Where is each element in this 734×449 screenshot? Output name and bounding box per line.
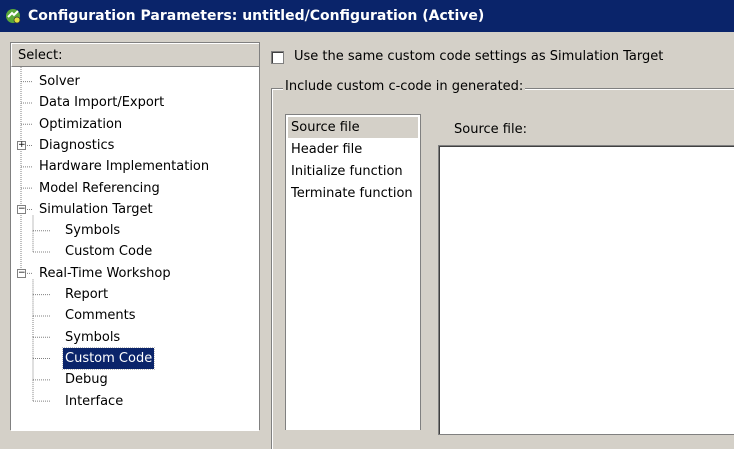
file-type-item[interactable]: Source file xyxy=(288,117,418,138)
tree-item[interactable]: Report xyxy=(63,284,110,305)
simulink-config-icon xyxy=(4,7,22,25)
tree-item[interactable]: Real-Time Workshop xyxy=(37,263,173,284)
window-title: Configuration Parameters: untitled/Confi… xyxy=(28,8,485,24)
file-type-list[interactable]: Source file Header file Initialize functio… xyxy=(285,114,421,430)
tree-item[interactable]: Comments xyxy=(63,305,137,326)
same-settings-label[interactable]: Use the same custom code settings as Sim… xyxy=(294,49,663,64)
tree-item[interactable]: Interface xyxy=(63,391,125,412)
select-header: Select: xyxy=(11,43,259,67)
expand-icon[interactable]: + xyxy=(17,141,26,151)
file-type-item[interactable]: Header file xyxy=(288,139,365,160)
source-file-editor[interactable] xyxy=(438,145,734,435)
tree-item[interactable]: Solver xyxy=(37,71,82,92)
select-panel: Select: Solver Data Import/Export Optimiza… xyxy=(10,42,260,431)
file-type-item[interactable]: Initialize function xyxy=(288,161,406,182)
tree-item[interactable]: Diagnostics xyxy=(37,135,116,156)
tree-item[interactable]: Data Import/Export xyxy=(37,92,166,113)
tree-item[interactable]: Custom Code xyxy=(61,346,156,370)
tree-item[interactable]: Debug xyxy=(63,369,110,390)
same-settings-checkbox[interactable] xyxy=(271,51,284,64)
collapse-icon[interactable]: − xyxy=(17,204,26,214)
file-type-item[interactable]: Terminate function xyxy=(288,183,416,204)
collapse-icon[interactable]: − xyxy=(17,268,26,278)
tree-item[interactable]: Hardware Implementation xyxy=(37,156,211,177)
tree-item[interactable]: Optimization xyxy=(37,114,124,135)
tree-item[interactable]: Simulation Target xyxy=(37,199,155,220)
config-tree[interactable]: Solver Data Import/Export Optimization + Dia… xyxy=(11,67,259,431)
tree-item[interactable]: Model Referencing xyxy=(37,178,162,199)
title-bar[interactable]: Configuration Parameters: untitled/Confi… xyxy=(0,0,734,32)
tree-item[interactable]: Symbols xyxy=(63,327,122,348)
group-title: Include custom c-code in generated: xyxy=(283,79,526,94)
tree-item[interactable]: Symbols xyxy=(63,220,122,241)
tree-item[interactable]: Custom Code xyxy=(63,241,154,262)
editor-label: Source file: xyxy=(454,122,527,137)
